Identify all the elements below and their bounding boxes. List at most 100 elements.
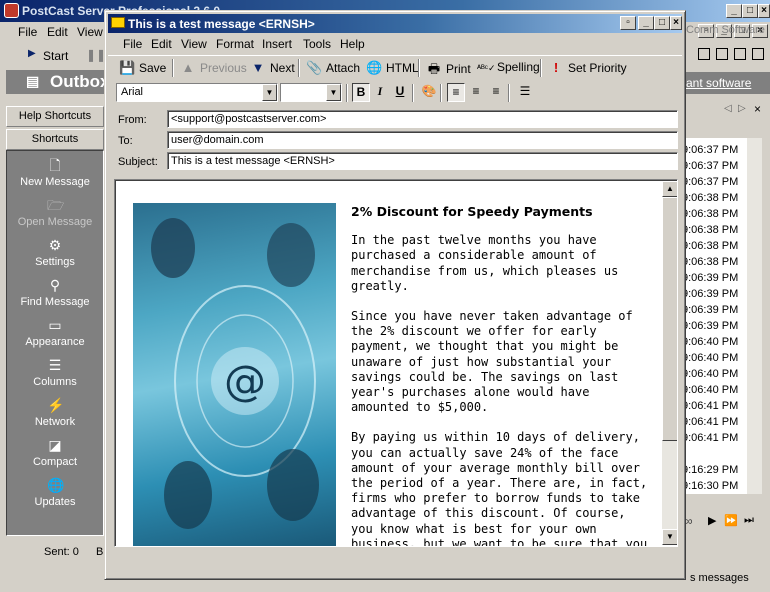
view-toggle-4[interactable] — [752, 48, 764, 60]
list-time: 9:06:41 PM — [682, 416, 739, 428]
list-time: 9:06:37 PM — [682, 176, 739, 188]
maximize-button[interactable]: □ — [742, 4, 758, 18]
subject-label: Subject: — [118, 156, 158, 168]
list-time: 9:06:41 PM — [682, 432, 739, 444]
message-title-bar[interactable]: This is a test message <ERNSH> ▫ _ □ × — [108, 14, 682, 33]
shortcut-appearance[interactable]: ▭ Appearance — [7, 317, 103, 348]
menu-edit[interactable]: Edit — [47, 25, 68, 39]
message-toolbar: 💾 Save ▲ Previous ▼ Next 📎 Attach 🌐 HTML 🖶 Pri… — [108, 55, 682, 79]
scroll-down-icon[interactable]: ▼ — [662, 529, 677, 545]
message-maximize-button[interactable]: □ — [654, 16, 670, 30]
list-time: 9:06:38 PM — [682, 224, 739, 236]
shortcut-network[interactable]: ⚡ Network — [7, 397, 103, 428]
html-button[interactable]: 🌐 HTML — [366, 60, 419, 76]
list-time: 9:16:30 PM — [682, 480, 739, 492]
menu-edit[interactable]: Edit — [151, 37, 172, 51]
view-toggle-2[interactable] — [716, 48, 728, 60]
play-button-icon[interactable]: ▶ — [708, 514, 716, 527]
set-priority-button[interactable]: ! Set Priority — [548, 60, 627, 75]
list-time: 9:16:29 PM — [682, 464, 739, 476]
menu-help[interactable]: Help — [340, 37, 365, 51]
body-scrollbar[interactable]: ▲ ▼ — [662, 181, 677, 545]
next-button[interactable]: ▼ Next — [250, 60, 295, 75]
nav-prev-icon[interactable]: ◁ — [724, 103, 732, 114]
shortcut-updates[interactable]: 🌐 Updates — [7, 477, 103, 508]
subject-field[interactable]: This is a test message <ERNSH> — [167, 152, 678, 170]
message-list-times: 9:06:37 PM 9:06:37 PM 9:06:37 PM 9:06:38… — [680, 138, 746, 494]
network-icon: ⚡ — [47, 397, 65, 413]
view-toggle-1[interactable] — [698, 48, 710, 60]
shortcut-find-message[interactable]: ⚲ Find Message — [7, 277, 103, 308]
text-color-icon[interactable]: 🎨 — [420, 83, 438, 102]
scroll-thumb[interactable] — [662, 197, 677, 441]
message-minimize-button[interactable]: _ — [638, 16, 654, 30]
font-select[interactable]: Arial ▼ — [116, 83, 278, 102]
attach-button[interactable]: 📎 Attach — [306, 60, 360, 76]
minimize-button[interactable]: _ — [726, 4, 742, 18]
menu-view[interactable]: View — [77, 25, 103, 39]
shortcut-label: Compact — [32, 456, 78, 468]
list-time: 9:06:38 PM — [682, 256, 739, 268]
message-list-scrollbar[interactable] — [746, 138, 762, 494]
message-window: This is a test message <ERNSH> ▫ _ □ × F… — [104, 10, 686, 580]
previous-button[interactable]: ▲ Previous — [180, 60, 247, 75]
skip-end-icon[interactable]: ⏭ — [744, 514, 754, 527]
body-paragraph: By paying us within 10 days of delivery,… — [351, 430, 648, 547]
shortcut-new-message[interactable]: 🗋 New Message — [7, 157, 103, 188]
fast-forward-icon[interactable]: ⏩ — [724, 514, 738, 527]
shortcut-columns[interactable]: ☰ Columns — [7, 357, 103, 388]
menu-insert[interactable]: Insert — [262, 37, 292, 51]
window-menu-button[interactable]: ▫ — [620, 16, 636, 30]
to-field[interactable]: user@domain.com — [167, 131, 678, 149]
shortcut-open-message[interactable]: 🗁 Open Message — [7, 197, 103, 228]
html-globe-icon: 🌐 — [366, 60, 383, 75]
spelling-button[interactable]: ᴬᴮᶜ✓Spelling — [477, 60, 540, 74]
body-heading: 2% Discount for Speedy Payments — [351, 204, 593, 219]
menu-file[interactable]: File — [18, 25, 37, 39]
shortcut-label: Open Message — [17, 216, 93, 228]
nav-next-icon[interactable]: ▷ — [738, 103, 746, 114]
spelling-label: Spelling — [497, 60, 540, 74]
bullet-list-icon[interactable]: ☰ — [516, 83, 534, 102]
view-toggle-3[interactable] — [734, 48, 746, 60]
align-center-icon[interactable]: ≡ — [467, 83, 485, 102]
shortcut-settings[interactable]: ⚙ Settings — [7, 237, 103, 268]
scroll-up-icon[interactable]: ▲ — [662, 181, 677, 197]
save-icon: 💾 — [119, 60, 136, 75]
underline-button[interactable]: U — [391, 83, 409, 102]
menu-tools[interactable]: Tools — [303, 37, 331, 51]
close-button[interactable]: × — [758, 4, 770, 18]
font-size-select[interactable]: ▼ — [280, 83, 342, 102]
previous-label: Previous — [200, 61, 247, 75]
start-button[interactable]: Start — [43, 49, 68, 63]
shortcuts-header[interactable]: Shortcuts — [6, 129, 104, 150]
list-time: 9:06:38 PM — [682, 240, 739, 252]
save-button[interactable]: 💾 Save — [119, 60, 166, 76]
bold-button[interactable]: B — [352, 83, 370, 102]
toolbar-separator — [172, 59, 174, 77]
italic-button[interactable]: I — [371, 83, 389, 102]
envelope-icon — [111, 17, 125, 28]
from-field[interactable]: <support@postcastserver.com> — [167, 110, 678, 128]
print-button[interactable]: 🖶 Print — [426, 60, 471, 82]
shortcut-label: Updates — [34, 496, 76, 508]
help-shortcuts-header[interactable]: Help Shortcuts — [6, 106, 104, 127]
svg-text:@: @ — [224, 356, 266, 405]
company-label: Comm Software — [686, 24, 765, 36]
set-priority-label: Set Priority — [568, 61, 627, 75]
list-time: 9:06:39 PM — [682, 304, 739, 316]
toolbar-separator — [508, 84, 510, 102]
menu-view[interactable]: View — [181, 37, 207, 51]
align-right-icon[interactable]: ≡ — [487, 83, 505, 102]
message-body-editor[interactable]: @ 2% Discount for Speedy Payments In the… — [114, 179, 678, 547]
pane-close-icon[interactable]: × — [754, 102, 761, 116]
spellcheck-icon: ᴬᴮᶜ✓ — [477, 63, 496, 73]
menu-file[interactable]: File — [123, 37, 142, 51]
vendor-link[interactable]: ant software — [686, 76, 751, 90]
menu-format[interactable]: Format — [216, 37, 254, 51]
message-close-button[interactable]: × — [670, 16, 682, 30]
print-label: Print — [446, 62, 471, 76]
chevron-down-icon: ▼ — [326, 84, 341, 101]
shortcut-compact[interactable]: ◪ Compact — [7, 437, 103, 468]
align-left-icon[interactable]: ≡ — [447, 83, 465, 102]
